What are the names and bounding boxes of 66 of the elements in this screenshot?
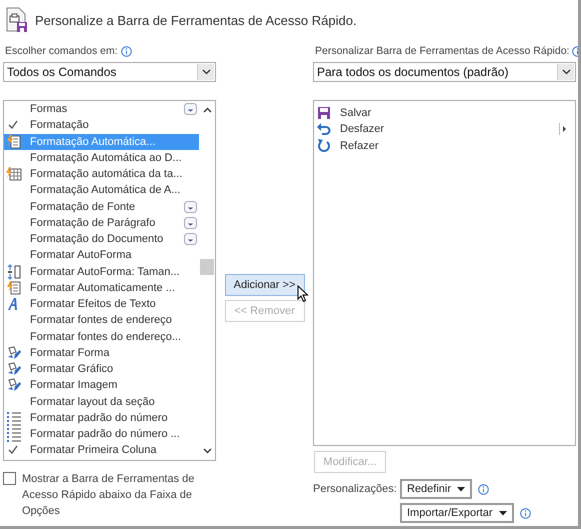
checkbox-label: Mostrar a Barra de Ferramentas de Acesso Rápido abaixo da Faixa de Opções <box>22 472 196 519</box>
lightning-table-icon <box>6 166 22 182</box>
dropdown[interactable]: Para todos os documentos (padrão) <box>313 62 576 82</box>
mouse-cursor-icon <box>297 285 309 303</box>
checkbox[interactable] <box>3 472 16 485</box>
list-item[interactable]: Formatar AutoForma <box>4 247 199 264</box>
list-item[interactable]: Formatar Forma <box>4 344 199 361</box>
list-item[interactable]: Formas <box>4 101 199 118</box>
command-list[interactable] <box>3 100 216 461</box>
list-item[interactable]: Formatar Efeitos de Texto <box>4 296 199 312</box>
info-icon <box>520 508 531 518</box>
list-item[interactable]: Formatação Automática de A... <box>4 182 199 198</box>
paint-bucket-icon <box>6 377 22 394</box>
resize-icon <box>6 264 22 280</box>
list-item[interactable]: Formatação Automática ao D... <box>4 150 199 166</box>
toolbar-document-icon <box>5 7 29 33</box>
undo-icon <box>316 121 332 138</box>
numbered-list-icon <box>6 410 22 426</box>
list-item[interactable]: Formatação <box>4 117 199 134</box>
list-item[interactable]: Formatação de Fonte <box>4 198 199 215</box>
list-item[interactable]: Formatação automática da ta... <box>4 166 199 182</box>
reset-button[interactable]: Redefinir <box>400 479 472 499</box>
toolbar-command-list[interactable]: Salvar Desfazer Refazer <box>313 100 576 446</box>
caret-icon <box>498 510 507 516</box>
info-icon <box>478 484 490 494</box>
dropdown-marker-icon <box>184 216 197 229</box>
chevron-up-icon <box>202 107 212 113</box>
customizations-label: Personalizações: <box>313 483 398 495</box>
list-item[interactable]: Formatar Gráfico <box>4 361 199 378</box>
list-item[interactable]: Formatar fontes de endereço <box>4 312 199 328</box>
caret-icon <box>457 486 466 492</box>
lightning-document-icon <box>6 134 22 150</box>
import-export-button[interactable]: Importar/Exportar <box>400 503 514 523</box>
window-title: Personalize a Barra de Ferramentas de Acesso Rápido. <box>35 12 357 28</box>
chevron-down-icon <box>562 69 570 75</box>
add-button[interactable]: Adicionar >> <box>224 274 304 296</box>
list-item[interactable]: Formatar Automaticamente ... <box>4 280 199 296</box>
list-item[interactable]: Formatar padrão do número <box>4 410 199 426</box>
dropdown-marker-icon <box>184 200 197 213</box>
paint-bucket-icon <box>6 361 22 378</box>
list-item[interactable]: Formatar fontes do endereço... <box>4 328 199 345</box>
list-item[interactable]: Formatação de Parágrafo <box>4 214 199 231</box>
dropdown-marker-icon <box>184 103 197 116</box>
redo-icon <box>316 138 332 154</box>
save-icon <box>316 105 332 122</box>
list-item[interactable]: Formatar AutoForma: Taman... <box>4 264 199 280</box>
field-label: Personalizar Barra de Ferramentas de Acesso Rápido: <box>315 45 570 57</box>
dropdown-marker-icon <box>184 233 197 246</box>
chevron-down-icon <box>202 69 210 75</box>
info-icon <box>120 46 132 56</box>
dropdown[interactable]: Todos os Comandos <box>3 62 216 82</box>
scroll-thumb[interactable] <box>200 259 214 275</box>
lightning-document-icon <box>6 280 22 296</box>
paint-bucket-icon <box>6 344 22 361</box>
list-item[interactable]: Refazer <box>314 138 575 154</box>
list-item[interactable]: Formatar Primeira Coluna <box>4 442 199 458</box>
list-item[interactable]: Salvar <box>314 105 575 122</box>
list-item[interactable]: Formatar Imagem <box>4 377 199 394</box>
list-item[interactable]: Formatar layout da seção <box>4 394 199 410</box>
list-item[interactable]: Formatar padrão do número ... <box>4 426 199 442</box>
numbered-list-icon <box>6 426 22 442</box>
submenu-arrow-icon <box>559 123 567 136</box>
list-item[interactable]: Desfazer <box>314 121 575 138</box>
chevron-down-icon <box>202 448 212 454</box>
list-item[interactable]: Formatação do Documento <box>4 231 199 248</box>
field-label: Escolher comandos em: <box>5 45 118 57</box>
